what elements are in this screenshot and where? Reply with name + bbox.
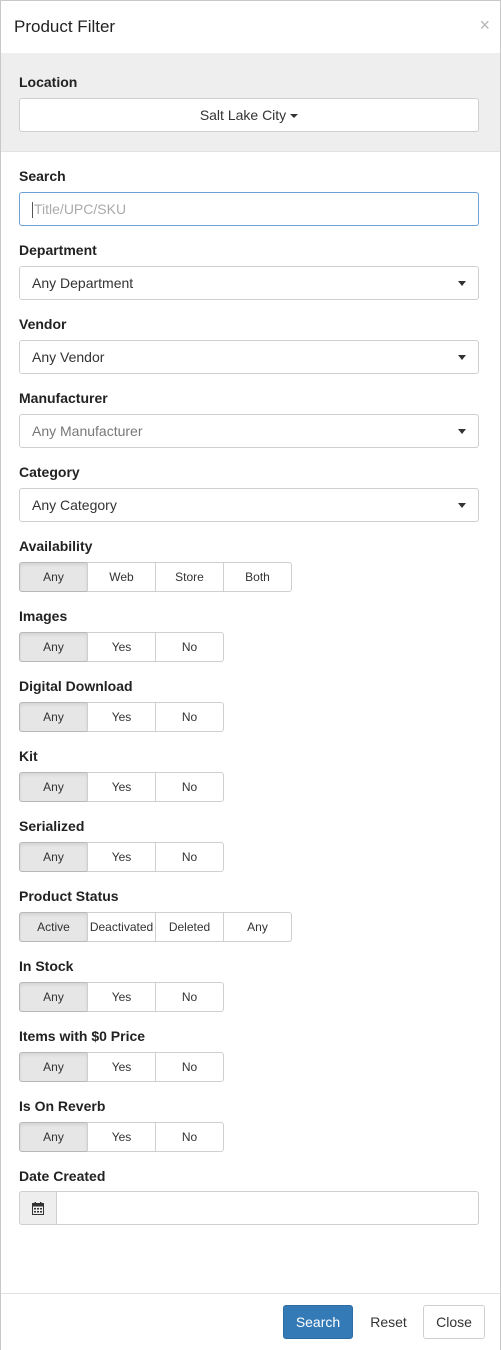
- on-reverb-option-no[interactable]: No: [155, 1122, 224, 1152]
- product-filter-panel: Product Filter × Location Salt Lake City…: [0, 0, 501, 1350]
- location-label: Location: [19, 74, 78, 90]
- on-reverb-option-any[interactable]: Any: [19, 1122, 88, 1152]
- digital-download-option-any[interactable]: Any: [19, 702, 88, 732]
- location-value: Salt Lake City: [199, 107, 287, 123]
- serialized-toggle-group: Any Yes No: [19, 842, 224, 872]
- calendar-icon[interactable]: [19, 1191, 57, 1225]
- manufacturer-select[interactable]: Any Manufacturer: [19, 414, 479, 448]
- chevron-down-icon: [458, 281, 466, 286]
- serialized-option-yes[interactable]: Yes: [87, 842, 156, 872]
- images-option-any[interactable]: Any: [19, 632, 88, 662]
- department-label: Department: [19, 242, 97, 258]
- location-section: Location Salt Lake City: [1, 53, 500, 152]
- availability-option-store[interactable]: Store: [155, 562, 224, 592]
- digital-download-toggle-group: Any Yes No: [19, 702, 224, 732]
- location-dropdown[interactable]: Salt Lake City: [19, 98, 479, 132]
- search-input[interactable]: Title/UPC/SKU: [19, 192, 479, 226]
- product-status-option-active[interactable]: Active: [19, 912, 88, 942]
- in-stock-option-yes[interactable]: Yes: [87, 982, 156, 1012]
- on-reverb-option-yes[interactable]: Yes: [87, 1122, 156, 1152]
- zero-price-option-no[interactable]: No: [155, 1052, 224, 1082]
- digital-download-label: Digital Download: [19, 678, 133, 694]
- vendor-value: Any Vendor: [32, 349, 105, 365]
- search-button[interactable]: Search: [283, 1305, 353, 1339]
- product-status-option-deactivated[interactable]: Deactivated: [87, 912, 156, 942]
- panel-header: Product Filter ×: [1, 1, 500, 53]
- panel-title: Product Filter: [14, 17, 116, 36]
- zero-price-option-yes[interactable]: Yes: [87, 1052, 156, 1082]
- close-button[interactable]: Close: [423, 1305, 485, 1339]
- product-status-toggle-group: Active Deactivated Deleted Any: [19, 912, 292, 942]
- date-created-input[interactable]: [57, 1191, 479, 1225]
- vendor-select[interactable]: Any Vendor: [19, 340, 479, 374]
- availability-label: Availability: [19, 538, 93, 554]
- caret-down-icon: [290, 114, 299, 119]
- on-reverb-label: Is On Reverb: [19, 1098, 106, 1114]
- panel-footer: Search Reset Close: [1, 1293, 500, 1350]
- zero-price-toggle-group: Any Yes No: [19, 1052, 224, 1082]
- category-label: Category: [19, 464, 80, 480]
- chevron-down-icon: [458, 429, 466, 434]
- search-placeholder: Title/UPC/SKU: [34, 201, 127, 217]
- search-label: Search: [19, 168, 66, 184]
- text-cursor: [32, 202, 33, 219]
- images-option-yes[interactable]: Yes: [87, 632, 156, 662]
- kit-option-yes[interactable]: Yes: [87, 772, 156, 802]
- product-status-option-any[interactable]: Any: [223, 912, 292, 942]
- zero-price-option-any[interactable]: Any: [19, 1052, 88, 1082]
- serialized-option-any[interactable]: Any: [19, 842, 88, 872]
- category-select[interactable]: Any Category: [19, 488, 479, 522]
- availability-toggle-group: Any Web Store Both: [19, 562, 292, 592]
- availability-option-both[interactable]: Both: [223, 562, 292, 592]
- digital-download-option-yes[interactable]: Yes: [87, 702, 156, 732]
- chevron-down-icon: [458, 503, 466, 508]
- date-created-field: [19, 1191, 479, 1225]
- serialized-label: Serialized: [19, 818, 85, 834]
- availability-option-web[interactable]: Web: [87, 562, 156, 592]
- department-value: Any Department: [32, 275, 134, 291]
- on-reverb-toggle-group: Any Yes No: [19, 1122, 224, 1152]
- category-value: Any Category: [32, 497, 117, 513]
- zero-price-label: Items with $0 Price: [19, 1028, 146, 1044]
- product-status-option-deleted[interactable]: Deleted: [155, 912, 224, 942]
- department-select[interactable]: Any Department: [19, 266, 479, 300]
- kit-toggle-group: Any Yes No: [19, 772, 224, 802]
- manufacturer-value: Any Manufacturer: [32, 423, 143, 439]
- kit-label: Kit: [19, 748, 38, 764]
- in-stock-option-no[interactable]: No: [155, 982, 224, 1012]
- in-stock-toggle-group: Any Yes No: [19, 982, 224, 1012]
- images-label: Images: [19, 608, 68, 624]
- in-stock-option-any[interactable]: Any: [19, 982, 88, 1012]
- in-stock-label: In Stock: [19, 958, 74, 974]
- date-created-label: Date Created: [19, 1168, 106, 1184]
- availability-option-any[interactable]: Any: [19, 562, 88, 592]
- product-status-label: Product Status: [19, 888, 119, 904]
- digital-download-option-no[interactable]: No: [155, 702, 224, 732]
- chevron-down-icon: [458, 355, 466, 360]
- images-option-no[interactable]: No: [155, 632, 224, 662]
- images-toggle-group: Any Yes No: [19, 632, 224, 662]
- reset-button[interactable]: Reset: [361, 1305, 416, 1339]
- kit-option-any[interactable]: Any: [19, 772, 88, 802]
- vendor-label: Vendor: [19, 316, 67, 332]
- close-icon[interactable]: ×: [479, 15, 490, 35]
- serialized-option-no[interactable]: No: [155, 842, 224, 872]
- kit-option-no[interactable]: No: [155, 772, 224, 802]
- manufacturer-label: Manufacturer: [19, 390, 108, 406]
